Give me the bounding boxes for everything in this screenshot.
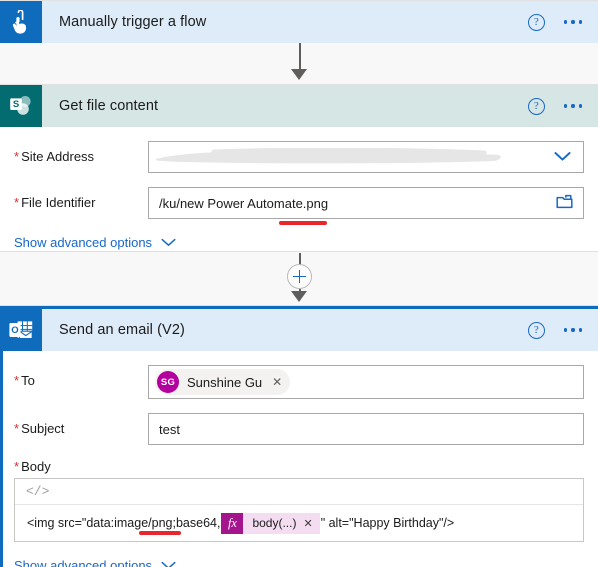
help-icon[interactable]: ?: [527, 321, 545, 339]
avatar: SG: [157, 371, 179, 393]
field-label-site-address: * Site Address: [14, 149, 95, 164]
field-label-body: * Body: [14, 459, 51, 474]
help-icon[interactable]: ?: [527, 13, 545, 31]
required-marker: *: [14, 373, 20, 388]
sharepoint-icon: S: [0, 85, 42, 127]
field-label-subject: * Subject: [14, 421, 65, 436]
body-code-before: <img src="data:image/png;base64,: [27, 516, 221, 530]
show-advanced-options-label: Show advanced options: [14, 558, 153, 567]
required-marker: *: [14, 421, 20, 436]
card-header-send-an-email[interactable]: O Send an email (V2) ?: [0, 309, 598, 351]
required-marker: *: [14, 459, 20, 474]
card-header-get-file-content[interactable]: S Get file content ?: [0, 85, 598, 127]
form-row-file-identifier: * File Identifier /ku/new Power Automate.…: [0, 187, 598, 225]
dynamic-content-token[interactable]: fx body(...) ✕: [221, 512, 320, 534]
more-commands-icon[interactable]: [563, 20, 582, 24]
card-header-actions-trigger: ?: [527, 13, 598, 31]
help-icon[interactable]: ?: [527, 97, 545, 115]
recipient-chip[interactable]: SG Sunshine Gu ✕: [155, 369, 291, 395]
insert-step-button[interactable]: [287, 264, 312, 289]
body-editor-content[interactable]: <img src="data:image/png;base64, fx body…: [15, 505, 583, 541]
outlook-icon: O: [0, 309, 42, 351]
form-row-to: * To SG Sunshine Gu ✕: [0, 365, 598, 399]
tap-hand-icon: [0, 1, 42, 43]
editor-toolbar: </>: [15, 479, 583, 505]
chevron-down-icon: [161, 235, 176, 250]
card-header-actions-get-file-content: ?: [527, 97, 598, 115]
remove-token-icon[interactable]: ✕: [303, 517, 312, 530]
card-selected-accent-top: [0, 306, 598, 309]
connector-arrow-1: [0, 43, 598, 83]
flow-card-send-an-email[interactable]: O Send an email (V2) ? * To SG Sunshine …: [0, 305, 598, 567]
card-header-actions-send-an-email: ?: [527, 321, 598, 339]
card-body-get-file-content: * Site Address * File Identifier /ku/new…: [0, 141, 598, 264]
to-input[interactable]: SG Sunshine Gu ✕: [148, 365, 584, 399]
required-marker: *: [14, 149, 20, 164]
show-advanced-options-send-an-email[interactable]: Show advanced options: [0, 542, 598, 567]
site-address-input[interactable]: [148, 141, 584, 173]
body-code-after: " alt="Happy Birthday"/>: [320, 516, 455, 530]
svg-text:O: O: [11, 325, 18, 336]
annotation-underline-png-mime: [139, 531, 181, 535]
card-title-send-an-email: Send an email (V2): [59, 322, 185, 338]
svg-text:S: S: [13, 99, 19, 110]
subject-input[interactable]: test: [148, 413, 584, 445]
show-advanced-options-label: Show advanced options: [14, 235, 153, 250]
chevron-down-icon[interactable]: [550, 150, 575, 165]
card-header-trigger[interactable]: Manually trigger a flow ?: [0, 1, 598, 43]
field-label-file-identifier: * File Identifier: [14, 195, 96, 210]
expression-fx-icon: fx: [221, 512, 244, 534]
flow-card-trigger[interactable]: Manually trigger a flow ?: [0, 0, 598, 43]
recipient-name: Sunshine Gu: [187, 374, 263, 390]
remove-recipient-icon[interactable]: ✕: [270, 375, 282, 389]
form-row-subject: * Subject test: [0, 413, 598, 445]
form-row-site-address: * Site Address: [0, 141, 598, 173]
field-label-to: * To: [14, 373, 35, 388]
body-rich-text-editor[interactable]: </> <img src="data:image/png;base64, fx …: [14, 478, 584, 542]
required-marker: *: [14, 195, 20, 210]
file-identifier-input[interactable]: /ku/new Power Automate.png: [148, 187, 584, 219]
chevron-down-icon: [161, 558, 176, 567]
card-selected-accent-left: [0, 306, 3, 567]
token-label: body(...): [252, 516, 297, 530]
card-body-send-an-email: * To SG Sunshine Gu ✕ * Subject test * B…: [0, 365, 598, 567]
more-commands-icon[interactable]: [563, 328, 582, 332]
card-title-get-file-content: Get file content: [59, 98, 159, 114]
card-title-trigger: Manually trigger a flow: [59, 14, 207, 30]
more-commands-icon[interactable]: [563, 104, 582, 108]
code-view-icon[interactable]: </>: [23, 484, 52, 499]
flow-designer-canvas: Manually trigger a flow ? S Get file con…: [0, 0, 598, 567]
connector-insert-step: [0, 253, 598, 305]
token-body[interactable]: body(...) ✕: [243, 512, 320, 534]
folder-icon[interactable]: [556, 194, 575, 212]
flow-card-get-file-content[interactable]: S Get file content ? * Site Address * Fi…: [0, 84, 598, 252]
